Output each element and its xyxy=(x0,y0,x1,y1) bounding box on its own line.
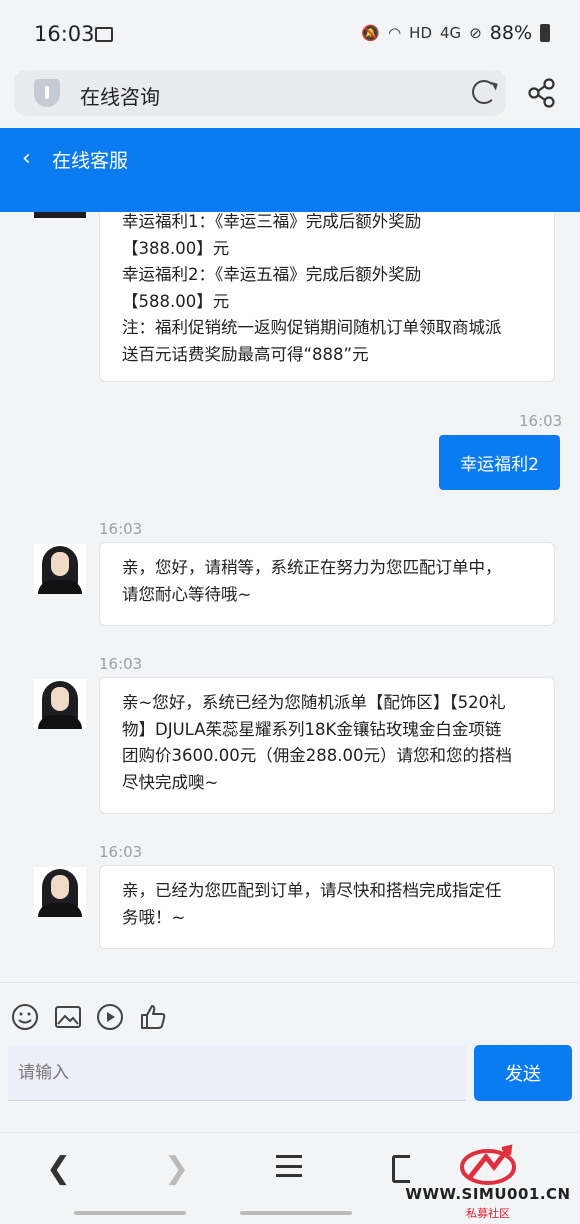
message-text: 幸运福利1：《幸运三福》完成后额外奖励 【388.00】元 幸运福利2：《幸运五… xyxy=(122,212,502,364)
wifi-icon: ◠ xyxy=(388,24,402,42)
message-time: 16:03 xyxy=(519,412,563,430)
watermark-tagline: 私募社区 xyxy=(466,1207,510,1220)
watermark-logo-icon xyxy=(460,1144,516,1185)
watermark-site: WWW.SIMU001.CN xyxy=(405,1185,571,1203)
battery-percent: 88% xyxy=(489,22,532,44)
message-list[interactable]: 幸运福利1：《幸运三福》完成后额外奖励 【388.00】元 幸运福利2：《幸运五… xyxy=(0,212,580,982)
agent-message-bubble: 亲，已经为您匹配到订单，请尽快和搭档完成指定任 务哦！~ xyxy=(99,865,555,949)
shield-icon xyxy=(34,79,60,107)
address-bar[interactable]: 在线咨询 xyxy=(14,70,506,116)
status-time: 16:03 xyxy=(34,22,95,46)
image-notification-icon xyxy=(95,27,113,42)
page-title: 在线咨询 xyxy=(80,85,160,109)
video-icon[interactable] xyxy=(96,1003,124,1031)
gesture-handle xyxy=(74,1211,186,1215)
hd-label: HD xyxy=(409,24,433,42)
emoji-icon[interactable] xyxy=(11,1003,39,1031)
message-time: 16:03 xyxy=(99,655,143,673)
chat-header: ‹ 在线客服 xyxy=(0,128,580,212)
agent-message-bubble: 亲~您好，系统已经为您随机派单【配饰区】【520礼 物】DJULA茱蕊星耀系列1… xyxy=(99,677,555,814)
composer: 发送 xyxy=(0,982,580,1132)
watermark: WWW.SIMU001.CN 私募社区 xyxy=(400,1143,576,1221)
user-message-bubble: 幸运福利2 xyxy=(439,435,560,490)
chat-title: 在线客服 xyxy=(52,150,129,172)
message-text: 亲，已经为您匹配到订单，请尽快和搭档完成指定任 务哦！~ xyxy=(122,881,502,927)
image-icon[interactable] xyxy=(54,1003,82,1031)
back-button[interactable]: ‹ xyxy=(22,146,31,171)
menu-icon[interactable] xyxy=(276,1155,302,1177)
agent-message-bubble: 亲，您好，请稍等，系统正在努力为您匹配订单中， 请您耐心等待哦~ xyxy=(99,542,555,626)
agent-avatar xyxy=(34,212,86,218)
send-button[interactable]: 发送 xyxy=(474,1045,572,1101)
message-text: 亲，您好，请稍等，系统正在努力为您匹配订单中， 请您耐心等待哦~ xyxy=(122,558,502,604)
share-icon[interactable] xyxy=(528,78,556,108)
battery-icon xyxy=(540,24,550,42)
no-disturb-icon: ⊘ xyxy=(469,24,482,42)
nav-forward-icon[interactable]: ❯ xyxy=(164,1151,189,1186)
gesture-handle xyxy=(240,1211,352,1215)
browser-nav-bar: ❮ ❯ WWW.SIMU001.CN 私募社区 xyxy=(0,1132,580,1224)
agent-avatar xyxy=(34,544,86,594)
nav-back-icon[interactable]: ❮ xyxy=(46,1151,71,1186)
agent-message-bubble: 幸运福利1：《幸运三福》完成后额外奖励 【388.00】元 幸运福利2：《幸运五… xyxy=(99,212,555,382)
signal-icon: 4G xyxy=(440,24,462,42)
message-input[interactable] xyxy=(8,1045,466,1101)
message-time: 16:03 xyxy=(99,520,143,538)
agent-avatar xyxy=(34,679,86,729)
message-text: 亲~您好，系统已经为您随机派单【配饰区】【520礼 物】DJULA茱蕊星耀系列1… xyxy=(122,693,512,792)
agent-avatar xyxy=(34,867,86,917)
mute-icon: 🔕 xyxy=(361,24,381,42)
reload-icon[interactable] xyxy=(472,80,496,104)
message-time: 16:03 xyxy=(99,843,143,861)
thumbs-up-icon[interactable] xyxy=(139,1003,167,1031)
status-indicators: 🔕 ◠ HD 4G ⊘ 88% xyxy=(361,22,550,44)
message-text: 幸运福利2 xyxy=(460,455,539,475)
status-bar: 16:03 🔕 ◠ HD 4G ⊘ 88% xyxy=(0,0,580,68)
